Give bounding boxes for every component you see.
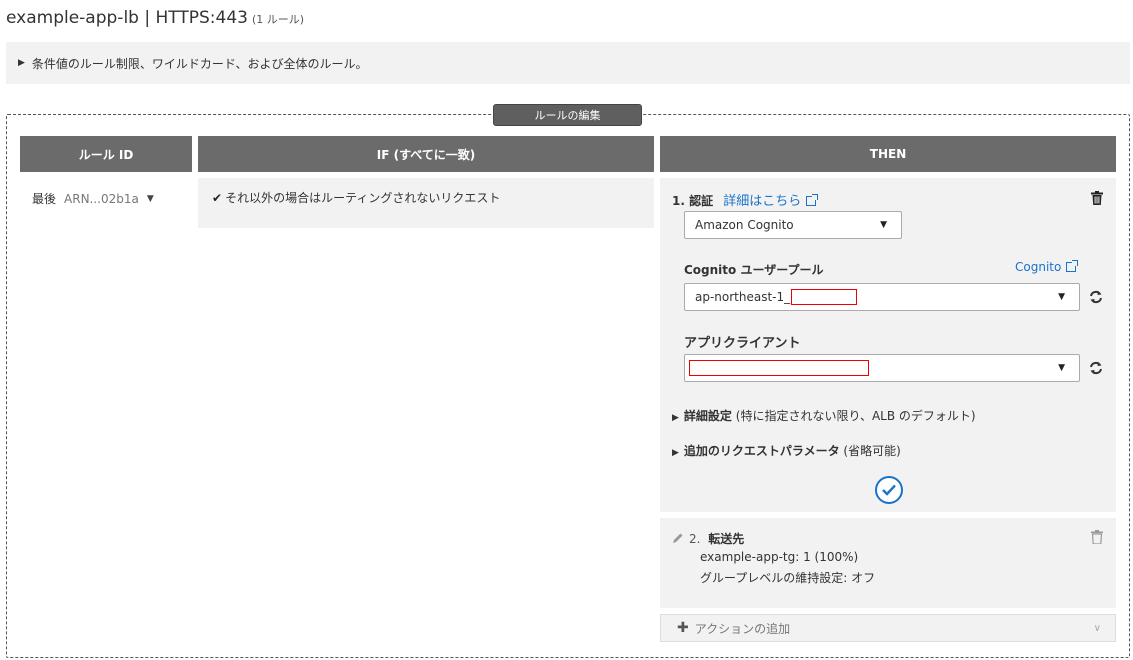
page-title: example-app-lb | HTTPS:443 (1 ルール) [6, 8, 304, 28]
extra-params-label: 追加のリクエストパラメータ [683, 444, 840, 458]
refresh-icon[interactable] [1089, 361, 1103, 375]
auth-action-panel: 1. 認証 詳細はこちら Amazon Cognito ▼ Cognito ユー… [660, 178, 1116, 512]
rule-id-cell: 最後 ARN...02b1a ▼ [32, 190, 154, 207]
advanced-settings-note: (特に指定されない限り、ALB のデフォルト) [735, 409, 976, 423]
rule-priority: 最後 [32, 192, 57, 206]
plus-icon: ✚ [677, 620, 689, 636]
checkmark-icon [882, 484, 896, 496]
target-group-weight: example-app-tg: 1 (100%) [700, 550, 859, 564]
user-pool-label: Cognito ユーザープール [684, 263, 824, 277]
user-pool-value: ap-northeast-1_ [695, 290, 791, 304]
chevron-down-icon: ∨ [1093, 622, 1101, 634]
user-pool-select[interactable]: ap-northeast-1_ ▼ [684, 283, 1080, 311]
listener-title: example-app-lb | HTTPS:443 [6, 8, 248, 28]
column-header-then: THEN [660, 136, 1116, 172]
redacted-app-client [689, 360, 869, 376]
stickiness-setting: グループレベルの維持設定: オフ [700, 571, 876, 585]
auth-action-number: 1. [672, 194, 685, 208]
redacted-user-pool-id [791, 289, 858, 305]
forward-action-title: 転送先 [708, 532, 745, 546]
edit-rules-label: ルールの編集 [493, 104, 642, 126]
auth-action-header: 1. 認証 詳細はこちら [672, 190, 819, 209]
extra-params-note: (省略可能) [843, 444, 901, 458]
rule-limits-expander[interactable]: ▶ 条件値のルール制限、ワイルドカード、および全体のルール。 [6, 42, 1130, 84]
cognito-link-text: Cognito [1015, 260, 1062, 274]
external-link-icon [806, 194, 819, 206]
forward-action-header: 2. 転送先 [689, 530, 744, 547]
pencil-icon[interactable] [672, 532, 684, 544]
caret-right-icon: ▶ [672, 413, 679, 423]
check-icon: ✔ [212, 191, 223, 205]
chevron-down-icon: ▼ [880, 220, 887, 230]
advanced-settings-expander[interactable]: ▶ 詳細設定 (特に指定されない限り、ALB のデフォルト) [672, 407, 976, 424]
caret-right-icon: ▶ [672, 448, 679, 458]
add-action-dropdown[interactable]: ✚ アクションの追加 ∨ [660, 614, 1116, 642]
app-client-select[interactable]: ▼ [684, 354, 1080, 382]
trash-icon[interactable] [1091, 530, 1103, 544]
external-link-icon [1066, 260, 1079, 272]
column-header-rule-id: ルール ID [20, 136, 192, 172]
auth-action-title: 認証 [689, 194, 714, 208]
rule-count: (1 ルール) [251, 13, 305, 26]
trash-icon[interactable] [1091, 191, 1103, 205]
forward-action-panel: 2. 転送先 example-app-tg: 1 (100%) グループレベルの… [660, 518, 1116, 608]
if-condition-panel: ✔ それ以外の場合はルーティングされないリクエスト [198, 178, 654, 228]
app-client-label: アプリクライアント [684, 336, 801, 351]
add-action-label: アクションの追加 [694, 621, 791, 636]
rule-arn: ARN...02b1a [64, 191, 139, 206]
column-header-if: IF (すべてに一致) [198, 136, 654, 172]
default-condition-text: それ以外の場合はルーティングされないリクエスト [225, 191, 501, 205]
auth-details-link[interactable]: 詳細はこちら [723, 194, 819, 209]
auth-provider-value: Amazon Cognito [695, 218, 794, 232]
extra-params-expander[interactable]: ▶ 追加のリクエストパラメータ (省略可能) [672, 442, 901, 459]
forward-action-number: 2. [689, 532, 701, 546]
confirm-action-button[interactable] [875, 476, 903, 504]
auth-provider-select[interactable]: Amazon Cognito ▼ [684, 211, 902, 239]
cognito-console-link[interactable]: Cognito [1015, 260, 1079, 274]
advanced-settings-label: 詳細設定 [683, 409, 732, 423]
rule-limits-text: 条件値のルール制限、ワイルドカード、および全体のルール。 [31, 56, 368, 71]
chevron-down-icon: ▼ [1058, 292, 1065, 302]
refresh-icon[interactable] [1089, 290, 1103, 304]
auth-details-link-text: 詳細はこちら [723, 194, 802, 209]
chevron-down-icon: ▼ [1058, 363, 1065, 373]
caret-right-icon: ▶ [18, 58, 25, 68]
arn-dropdown-icon[interactable]: ▼ [147, 194, 154, 204]
